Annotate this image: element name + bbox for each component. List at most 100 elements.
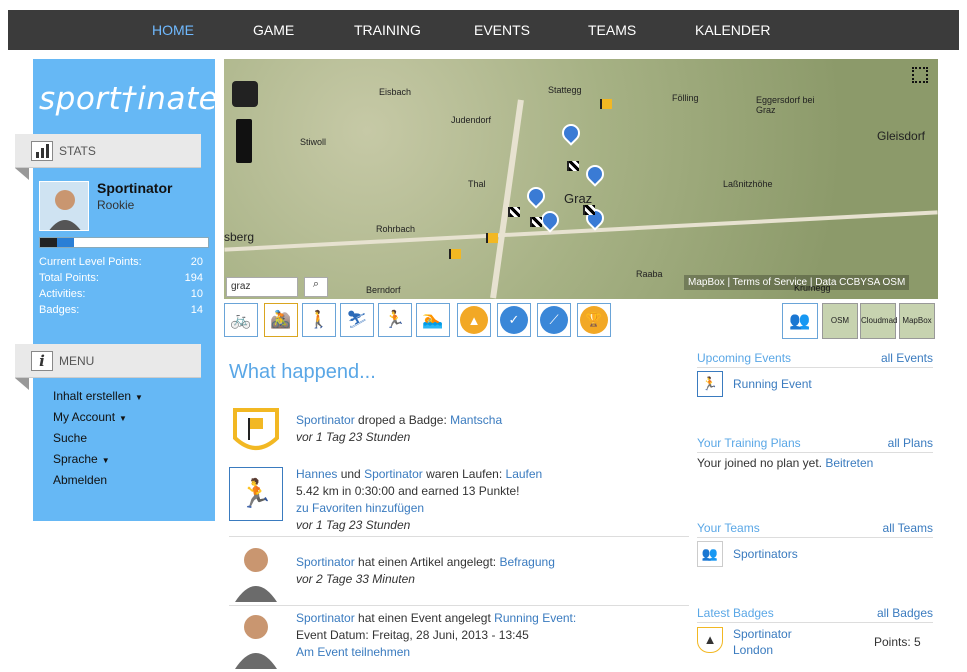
filter-skiing-button[interactable]: ⛷ bbox=[340, 303, 374, 337]
skiing-icon: ⛷ bbox=[346, 310, 368, 329]
place-label: Rohrbach bbox=[376, 224, 416, 234]
team-icon: 👥 bbox=[789, 311, 811, 330]
checkered-flag-marker[interactable] bbox=[567, 161, 579, 171]
timestamp: vor 1 Tag 23 Stunden bbox=[296, 430, 411, 444]
favorite-link[interactable]: zu Favoriten hinzufügen bbox=[296, 501, 424, 515]
feed-entry: Sportinator hat einen Artikel angelegt: … bbox=[229, 538, 689, 606]
teams-header: Your Teams all Teams bbox=[697, 521, 933, 538]
place-label: Gleisdorf bbox=[877, 129, 926, 143]
nav-training[interactable]: TRAINING bbox=[354, 10, 421, 50]
menu-item-account[interactable]: My Account ▼ bbox=[53, 410, 127, 424]
checkered-flag-marker[interactable] bbox=[530, 217, 542, 227]
user-name[interactable]: Sportinator bbox=[97, 180, 172, 196]
avatar[interactable] bbox=[39, 181, 89, 231]
nav-kalender[interactable]: KALENDER bbox=[695, 10, 770, 50]
team-layer-button[interactable]: 👥 bbox=[782, 303, 818, 339]
filter-bike-button[interactable]: 🚲 bbox=[224, 303, 258, 337]
level-progress bbox=[39, 237, 209, 248]
join-plan-link[interactable]: Beitreten bbox=[825, 456, 873, 470]
place-label: Graz bbox=[564, 191, 593, 206]
user-link[interactable]: Sportinator bbox=[296, 413, 355, 427]
event-link[interactable]: Running Event bbox=[733, 377, 812, 391]
menu-item-sprache[interactable]: Sprache ▼ bbox=[53, 452, 110, 466]
menu-title: MENU bbox=[59, 354, 95, 368]
stat-row: Current Level Points: 20 bbox=[39, 256, 203, 268]
fullscreen-icon[interactable] bbox=[912, 67, 928, 83]
user-link[interactable]: Sportinator bbox=[296, 555, 355, 569]
all-plans-link[interactable]: all Plans bbox=[888, 436, 933, 450]
menu-item-inhalt[interactable]: Inhalt erstellen ▼ bbox=[53, 389, 143, 403]
swimming-icon: 🏊 bbox=[422, 310, 444, 329]
all-events-link[interactable]: all Events bbox=[881, 351, 933, 365]
running-icon: 🏃 bbox=[384, 310, 406, 329]
logo[interactable]: sport†inate bbox=[39, 81, 218, 117]
stats-title: STATS bbox=[59, 144, 96, 158]
all-teams-link[interactable]: all Teams bbox=[883, 521, 933, 535]
feed-title: What happend... bbox=[229, 361, 376, 383]
target-link[interactable]: Befragung bbox=[499, 555, 554, 569]
checkered-flag-marker[interactable] bbox=[508, 207, 520, 217]
search-icon[interactable]: ⌕ bbox=[304, 277, 328, 297]
layer-cloudmade-button[interactable]: Cloudmad bbox=[860, 303, 897, 339]
filter-badge-button[interactable]: ▲ bbox=[457, 303, 491, 337]
nordic-icon: ⟋ bbox=[540, 306, 568, 334]
target-link[interactable]: Running Event: bbox=[494, 611, 576, 625]
badge-flag-marker[interactable] bbox=[486, 233, 498, 243]
team-icon: 👥 bbox=[697, 541, 723, 567]
layer-mapbox-button[interactable]: MapBox bbox=[899, 303, 935, 339]
menu-item-suche[interactable]: Suche bbox=[53, 431, 87, 445]
all-badges-link[interactable]: all Badges bbox=[877, 606, 933, 620]
checkered-flag-marker[interactable] bbox=[583, 205, 595, 215]
place-label: Eisbach bbox=[379, 87, 412, 97]
badge-flag-marker[interactable] bbox=[449, 249, 461, 259]
nav-teams[interactable]: TEAMS bbox=[588, 10, 636, 50]
pan-control[interactable] bbox=[232, 81, 258, 107]
trophy-icon: 🏆 bbox=[580, 306, 608, 334]
target-link[interactable]: Laufen bbox=[506, 467, 543, 481]
user-link[interactable]: Sportinator bbox=[733, 627, 792, 641]
badge-icon: ▲ bbox=[460, 306, 488, 334]
user-link[interactable]: Sportinator bbox=[296, 611, 355, 625]
walking-icon: 🚶 bbox=[308, 310, 330, 329]
running-icon: 🏃 bbox=[229, 467, 283, 521]
feed-entry: Sportinator droped a Badge: Mantscha vor… bbox=[229, 404, 689, 462]
user-link[interactable]: Sportinator bbox=[364, 467, 423, 481]
user-rank: Rookie bbox=[97, 198, 135, 212]
latest-badges-header: Latest Badges all Badges bbox=[697, 606, 933, 623]
user-link[interactable]: Hannes bbox=[296, 467, 337, 481]
filter-running-button[interactable]: 🏃 bbox=[378, 303, 412, 337]
badge-flag-marker[interactable] bbox=[600, 99, 612, 109]
map-attribution[interactable]: MapBox | Terms of Service | Data CCBYSA … bbox=[684, 275, 910, 290]
place-label: Laßnitzhöhe bbox=[723, 179, 773, 189]
mountainbike-icon: 🚵 bbox=[270, 310, 292, 329]
place-link[interactable]: London bbox=[733, 643, 773, 657]
filter-check-button[interactable]: ✓ bbox=[497, 303, 531, 337]
feed-entry: 🏃 Hannes und Sportinator waren Laufen: L… bbox=[229, 463, 689, 537]
caret-down-icon: ▼ bbox=[119, 414, 127, 423]
filter-nordic-button[interactable]: ⟋ bbox=[537, 303, 571, 337]
bike-icon: 🚲 bbox=[230, 310, 252, 329]
zoom-control[interactable] bbox=[236, 119, 252, 163]
nav-game[interactable]: GAME bbox=[253, 10, 294, 50]
filter-trophy-button[interactable]: 🏆 bbox=[577, 303, 611, 337]
filter-walking-button[interactable]: 🚶 bbox=[302, 303, 336, 337]
feed-entry: Sportinator hat einen Event angelegt Run… bbox=[229, 607, 689, 669]
stat-row: Activities: 10 bbox=[39, 288, 203, 300]
map[interactable]: Eisbach Stattegg Judendorf Fölling Egger… bbox=[224, 59, 938, 299]
place-label: Raaba bbox=[636, 269, 663, 279]
training-plans-header: Your Training Plans all Plans bbox=[697, 436, 933, 453]
nav-home[interactable]: HOME bbox=[152, 10, 194, 50]
join-event-link[interactable]: Am Event teilnehmen bbox=[296, 645, 410, 659]
filter-swimming-button[interactable]: 🏊 bbox=[416, 303, 450, 337]
bar-chart-icon bbox=[31, 141, 53, 161]
menu-item-abmelden[interactable]: Abmelden bbox=[53, 473, 107, 487]
filter-mountainbike-button[interactable]: 🚵 bbox=[264, 303, 298, 337]
place-label: Fölling bbox=[672, 93, 699, 103]
map-search-input[interactable]: graz bbox=[226, 277, 298, 297]
target-link[interactable]: Mantscha bbox=[450, 413, 502, 427]
place-label: Eggersdorf bei Graz bbox=[756, 95, 815, 115]
team-link[interactable]: Sportinators bbox=[733, 547, 798, 561]
nav-events[interactable]: EVENTS bbox=[474, 10, 530, 50]
avatar bbox=[229, 542, 283, 602]
layer-osm-button[interactable]: OSM bbox=[822, 303, 858, 339]
